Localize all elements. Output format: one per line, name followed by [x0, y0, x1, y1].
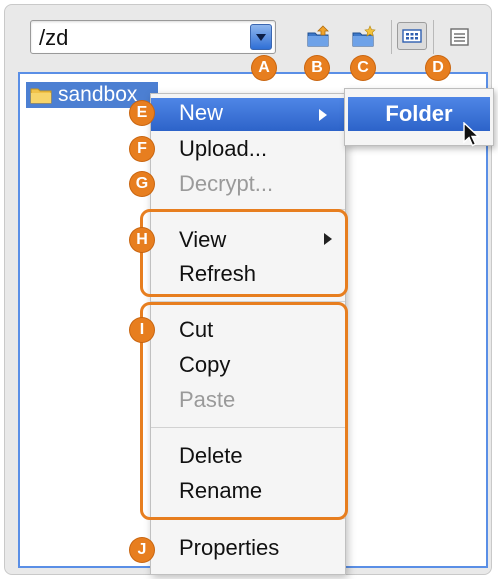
menu-item-properties[interactable]: Properties: [179, 533, 279, 563]
menu-item-new-label: New: [179, 100, 224, 125]
toolbar-separator: [391, 20, 392, 54]
folder-name: sandbox: [58, 83, 138, 106]
callout-e: E: [130, 101, 154, 125]
menu-item-new[interactable]: New: [151, 98, 345, 131]
callout-f: F: [130, 137, 154, 161]
upload-folder-button[interactable]: [305, 24, 333, 50]
path-value: /zd: [39, 25, 69, 50]
toolbar-separator: [433, 20, 434, 54]
menu-item-upload[interactable]: Upload...: [179, 134, 267, 164]
list-view-icon: [450, 28, 469, 46]
callout-a: A: [252, 56, 276, 80]
list-view-button[interactable]: [446, 24, 474, 50]
menu-item-decrypt: Decrypt...: [179, 171, 274, 196]
mouse-pointer-icon: [463, 122, 481, 147]
path-dropdown-button[interactable]: [250, 24, 272, 50]
new-folder-button[interactable]: [350, 24, 378, 50]
callout-h: H: [130, 228, 154, 252]
callout-j: J: [130, 538, 154, 562]
folder-icon: [30, 88, 52, 104]
upload-folder-icon: [307, 25, 329, 47]
new-folder-icon: [352, 25, 376, 47]
callout-c: C: [351, 56, 375, 80]
view-refresh-group-highlight: [140, 209, 348, 297]
callout-b: B: [305, 56, 329, 80]
callout-i: I: [130, 318, 154, 342]
callout-g: G: [130, 172, 154, 196]
edit-group-highlight: [140, 302, 348, 520]
path-combobox[interactable]: /zd: [30, 20, 276, 54]
callout-d: D: [426, 56, 450, 80]
grid-view-icon: [402, 29, 422, 43]
submenu-arrow-icon: [319, 109, 327, 121]
grid-view-button[interactable]: [397, 22, 427, 50]
